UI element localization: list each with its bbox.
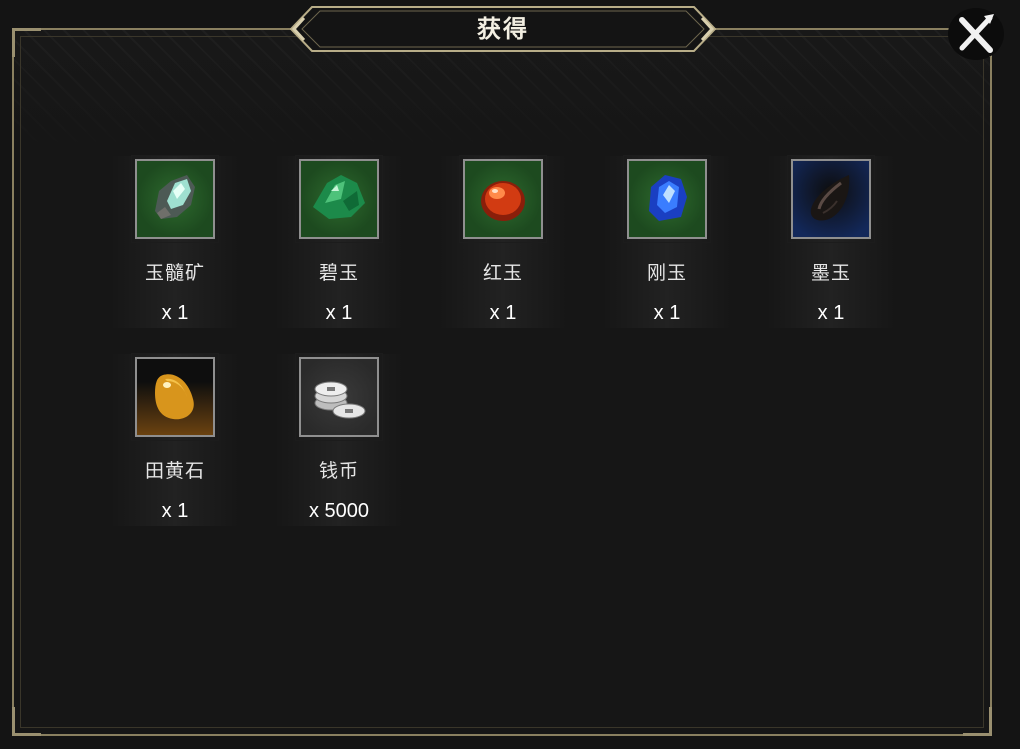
corundum-icon: [649, 175, 687, 221]
item-count: x 1: [817, 302, 845, 324]
reward-item: 钱币 x 5000: [274, 353, 404, 526]
close-button[interactable]: [948, 8, 1004, 60]
item-slot[interactable]: [295, 353, 383, 441]
item-count: x 1: [161, 302, 189, 324]
item-name: 刚玉: [646, 262, 687, 284]
item-count: x 1: [653, 302, 681, 324]
tianhuang-stone-icon: [155, 374, 194, 420]
jasper-icon: [313, 175, 365, 219]
black-jade-icon: [810, 175, 850, 221]
dialog-title: 获得: [477, 14, 529, 43]
item-count: x 1: [161, 500, 189, 522]
reward-item: 红玉 x 1: [438, 155, 568, 328]
chalcedony-ore-icon: [155, 175, 195, 219]
item-slot[interactable]: [787, 155, 875, 243]
reward-item: 碧玉 x 1: [274, 155, 404, 328]
item-slot[interactable]: [623, 155, 711, 243]
item-name: 墨玉: [810, 262, 851, 284]
item-slot[interactable]: [295, 155, 383, 243]
reward-item: 刚玉 x 1: [602, 155, 732, 328]
reward-item: 墨玉 x 1: [766, 155, 896, 328]
item-slot[interactable]: [131, 155, 219, 243]
item-name: 玉髓矿: [144, 262, 205, 284]
coins-icon: [314, 381, 366, 419]
frame-corner-bottom-right: [963, 707, 992, 736]
reward-item: 玉髓矿 x 1: [110, 155, 240, 328]
reward-item: 田黄石 x 1: [110, 353, 240, 526]
item-name: 碧玉: [318, 262, 359, 284]
item-name: 红玉: [482, 262, 523, 284]
item-count: x 1: [489, 302, 517, 324]
item-count: x 1: [325, 302, 353, 324]
item-slot[interactable]: [131, 353, 219, 441]
item-name: 田黄石: [144, 460, 205, 482]
frame-corner-top-left: [12, 28, 41, 57]
frame-corner-bottom-left: [12, 707, 41, 736]
close-icon: [959, 14, 994, 53]
title-plate: 获得: [290, 6, 716, 52]
item-count: x 5000: [308, 500, 370, 522]
item-slot[interactable]: [459, 155, 547, 243]
item-name: 钱币: [318, 460, 359, 482]
ruby-icon: [481, 181, 525, 221]
